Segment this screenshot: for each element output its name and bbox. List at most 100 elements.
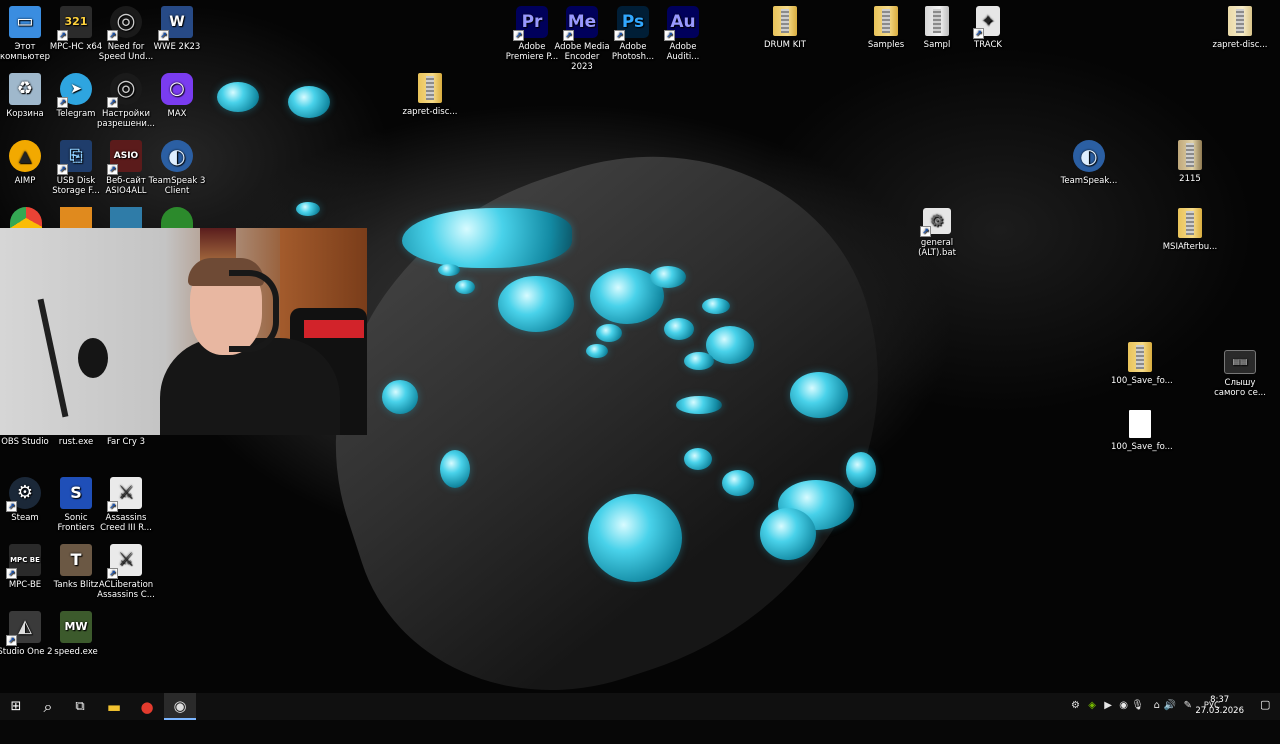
desktop-icon-obs-studio[interactable]: OBS Studio <box>0 437 54 447</box>
blank-file-icon <box>1129 410 1151 438</box>
media-encoder-icon: Me <box>563 6 598 41</box>
desktop-icon-msi-afterburner[interactable]: MSIAfterbu... <box>1161 208 1219 252</box>
network-icon[interactable]: ⌂ <box>1154 699 1160 713</box>
microphone <box>78 338 108 378</box>
water-drop <box>498 276 574 332</box>
water-drop <box>664 318 694 340</box>
desktop-icon-wwe[interactable]: W WWE 2K23 <box>148 6 206 52</box>
desktop-icon-studio-one[interactable]: ◭ Studio One 2 <box>0 611 54 657</box>
recycle-bin-icon: ♻ <box>9 73 41 105</box>
max-icon: ○ <box>161 73 193 105</box>
desktop-icon-100-save-folder[interactable]: 100_Save_fo... <box>1111 342 1173 386</box>
desktop-icon-media-encoder[interactable]: Me Adobe Media Encoder 2023 <box>553 6 611 72</box>
computer-icon: ▭ <box>9 6 41 38</box>
app-icon[interactable] <box>110 207 142 229</box>
desktop-icon-zapret-discord-right[interactable]: zapret-disc... <box>1211 6 1269 50</box>
steam-icon: ⚙ <box>6 477 41 512</box>
desktop-icon-teamspeak-client[interactable]: ◐ TeamSpeak 3 Client <box>148 140 206 196</box>
desktop-icon-resolution-settings[interactable]: ◎ Настройки разрешени... <box>97 73 155 129</box>
speed-exe-icon: MW <box>60 611 92 643</box>
desktop-icon-far-cry-3[interactable]: Far Cry 3 <box>97 437 155 447</box>
water-drop <box>217 82 259 112</box>
desktop-icon-samples[interactable]: Samples <box>857 6 915 50</box>
task-view-button[interactable]: ⧉ <box>64 693 96 720</box>
desktop-icon-max[interactable]: ○ MAX <box>148 73 206 119</box>
teamspeak-icon: ◐ <box>161 140 193 172</box>
ac-liberation-icon: ⚔ <box>107 544 142 579</box>
nfs-icon: ◎ <box>107 6 142 41</box>
asio4all-icon: ASIO <box>107 140 142 175</box>
desktop-icon-mpc-be[interactable]: MPC BE MPC-BE <box>0 544 54 590</box>
water-drop <box>650 266 686 288</box>
audition-icon: Au <box>664 6 699 41</box>
notification-icon[interactable]: ▢ <box>1260 698 1274 712</box>
mic-arm <box>37 298 69 418</box>
studio-one-icon: ◭ <box>6 611 41 646</box>
water-drop <box>455 280 475 294</box>
show-hidden-icons[interactable]: ▶ <box>1104 699 1112 713</box>
water-drop <box>790 372 848 418</box>
desktop-icon-nfs[interactable]: ◎ Need for Speed Und... <box>97 6 155 62</box>
resolution-settings-icon: ◎ <box>107 73 142 108</box>
water-drop <box>702 298 730 314</box>
desktop-icon-slyshu-samogo[interactable]: ▤▤ Слышу самого се... <box>1211 350 1269 398</box>
taskbar-app-chrome[interactable]: ● <box>131 693 163 720</box>
water-drop <box>586 344 608 358</box>
clock-time: 8:37 <box>1210 695 1230 705</box>
desktop-icon-teamspeak-right[interactable]: ◐ TeamSpeak... <box>1060 140 1118 186</box>
desktop-icon-ac-liberation[interactable]: ⚔ ACLiberation Assassins C... <box>97 544 155 600</box>
nvidia-tray-icon[interactable]: ◈ <box>1088 699 1096 713</box>
desktop-icon-zapret-discord-center[interactable]: zapret-disc... <box>401 73 459 117</box>
water-drop <box>760 508 816 560</box>
counter-strike-icon[interactable] <box>60 207 92 229</box>
steam-tray-icon[interactable]: ⚙ <box>1071 699 1080 713</box>
water-drop <box>402 208 572 268</box>
taskbar: ⊞ ⌕ ⧉ ▬ ● ◉ ⚙ ◈ ▶ ◉ 🎙 ⌂ 🔊 ✎ РУС 8:37 27.… <box>0 693 1280 720</box>
desktop-icon-asio4all[interactable]: ASIO Веб-сайт ASIO4ALL <box>97 140 155 196</box>
desktop-icon-audition[interactable]: Au Adobe Auditi... <box>654 6 712 62</box>
desktop-icon-sampl[interactable]: Sampl <box>908 6 966 50</box>
taskbar-app-file-explorer[interactable]: ▬ <box>98 693 130 720</box>
desktop-icon-aimp[interactable]: ▲ AIMP <box>0 140 54 186</box>
desktop-icon-2115[interactable]: 2115 <box>1161 140 1219 184</box>
start-button[interactable]: ⊞ <box>0 693 32 720</box>
microphone-icon[interactable]: 🎙 <box>1131 699 1144 713</box>
desktop-icon-steam[interactable]: ⚙ Steam <box>0 477 54 523</box>
wallpaper-leaf <box>266 95 954 744</box>
zip-folder-icon <box>418 73 442 103</box>
streamer-body <box>160 338 340 435</box>
desktop-icon-100-save-file[interactable]: 100_Save_fo... <box>1111 410 1173 452</box>
assassins-creed-icon: ⚔ <box>107 477 142 512</box>
obs-icon: ◉ <box>173 696 187 715</box>
headphones <box>229 270 279 352</box>
telegram-icon: ➤ <box>57 73 92 108</box>
pen-icon[interactable]: ✎ <box>1184 699 1192 713</box>
search-button[interactable]: ⌕ <box>32 693 64 720</box>
water-drop <box>846 452 876 488</box>
desktop-icon-drum-kit[interactable]: DRUM KIT <box>756 6 814 50</box>
zip-folder-icon <box>1178 140 1202 170</box>
desktop-icon-this-pc[interactable]: ▭ Этот компьютер <box>0 6 54 62</box>
water-drop <box>676 396 722 414</box>
aimp-icon: ▲ <box>9 140 41 172</box>
clock[interactable]: 8:37 27.03.2026 <box>1195 695 1244 717</box>
tanks-blitz-icon: T <box>60 544 92 576</box>
desktop-icon-general-alt-bat[interactable]: ⚙ general (ALT).bat <box>908 208 966 258</box>
desktop-icon-assassins-creed-3[interactable]: ⚔ Assassins Creed III R... <box>97 477 155 533</box>
zip-folder-icon <box>925 6 949 36</box>
folder-icon: ▬ <box>106 697 122 716</box>
desktop-icon-recycle-bin[interactable]: ♻ Корзина <box>0 73 54 119</box>
water-drop <box>438 264 460 276</box>
water-drop <box>588 494 682 582</box>
gaming-chair-logo <box>304 320 364 338</box>
search-icon: ⌕ <box>43 696 53 716</box>
desktop-icon-track[interactable]: ✦ TRACK <box>959 6 1017 50</box>
taskbar-app-obs[interactable]: ◉ <box>164 693 196 720</box>
obs-tray-icon[interactable]: ◉ <box>1119 699 1128 713</box>
zip-folder-icon <box>1228 6 1252 36</box>
premiere-pro-icon: Pr <box>513 6 548 41</box>
water-drop <box>440 450 470 488</box>
volume-icon[interactable]: 🔊 <box>1164 699 1176 713</box>
clock-date: 27.03.2026 <box>1195 706 1244 716</box>
desktop-icon-speed[interactable]: MW speed.exe <box>47 611 105 657</box>
